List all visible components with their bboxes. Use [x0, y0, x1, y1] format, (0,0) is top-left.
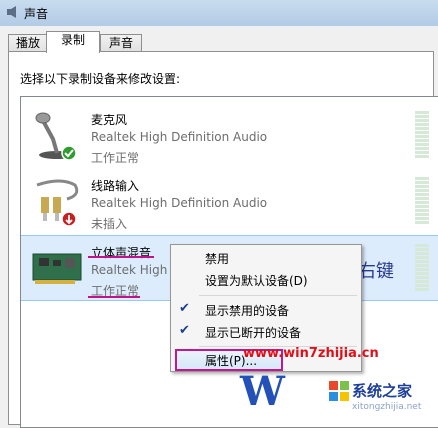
- watermark-domain: xitongzhijia.net: [352, 402, 422, 412]
- menu-item-disable[interactable]: 禁用: [171, 247, 361, 269]
- watermark-logo: W 系统之家 xitongzhijia.net: [240, 368, 438, 424]
- green-check-badge: [61, 145, 77, 161]
- level-meter: [415, 244, 429, 294]
- instruction-text: 选择以下录制设备来修改设置:: [20, 72, 181, 86]
- menu-item-set-default[interactable]: 设置为默认设备(D): [171, 269, 361, 291]
- tab-playback[interactable]: 播放: [8, 34, 48, 52]
- watermark-brand: 系统之家: [352, 382, 413, 400]
- windows-logo-icon: [329, 381, 349, 401]
- microphone-icon: [35, 112, 77, 161]
- window-title: 声音: [24, 7, 49, 21]
- device-name: 线路输入: [91, 179, 140, 193]
- device-name: 立体声混音: [91, 246, 152, 260]
- checkmark-icon: ✔: [179, 301, 190, 316]
- level-meter: [415, 111, 429, 161]
- device-status: 工作正常: [91, 151, 140, 165]
- menu-item-show-disconnected[interactable]: ✔ 显示已断开的设备: [171, 321, 361, 343]
- device-item-line-in[interactable]: 线路输入 Realtek High Definition Audio 未插入: [21, 169, 438, 233]
- menu-separator: [199, 295, 357, 296]
- right-click-annotation: 右键: [358, 261, 394, 282]
- watermark-url: www.win7zhijia.cn: [243, 346, 379, 361]
- menu-item-label: 禁用: [205, 252, 230, 266]
- line-in-cable-icon: [36, 179, 79, 227]
- menu-item-label: 显示已断开的设备: [205, 326, 302, 340]
- device-item-microphone[interactable]: 麦克风 Realtek High Definition Audio 工作正常: [21, 103, 438, 167]
- tab-recording[interactable]: 录制: [46, 31, 100, 53]
- device-driver: Realtek High Definition Audio: [91, 196, 268, 210]
- device-driver: Realtek High: [91, 263, 168, 277]
- menu-item-label: 显示禁用的设备: [205, 304, 290, 318]
- name-underline-annotation: [88, 256, 154, 258]
- tab-sounds[interactable]: 声音: [100, 34, 142, 52]
- logo-letter: W: [240, 368, 285, 415]
- menu-item-label: 设置为默认设备(D): [205, 274, 308, 288]
- tab-strip: 播放 录制 声音: [0, 26, 438, 53]
- checkmark-icon: ✔: [179, 323, 190, 338]
- device-status: 未插入: [91, 217, 128, 231]
- device-driver: Realtek High Definition Audio: [91, 130, 268, 144]
- level-meter: [415, 177, 429, 227]
- menu-item-show-disabled[interactable]: ✔ 显示禁用的设备: [171, 299, 361, 321]
- title-bar: 声音: [0, 0, 438, 26]
- status-underline-annotation: [88, 296, 140, 298]
- device-name: 麦克风: [91, 113, 128, 127]
- speaker-icon: [7, 6, 16, 18]
- sound-card-icon: [32, 253, 82, 284]
